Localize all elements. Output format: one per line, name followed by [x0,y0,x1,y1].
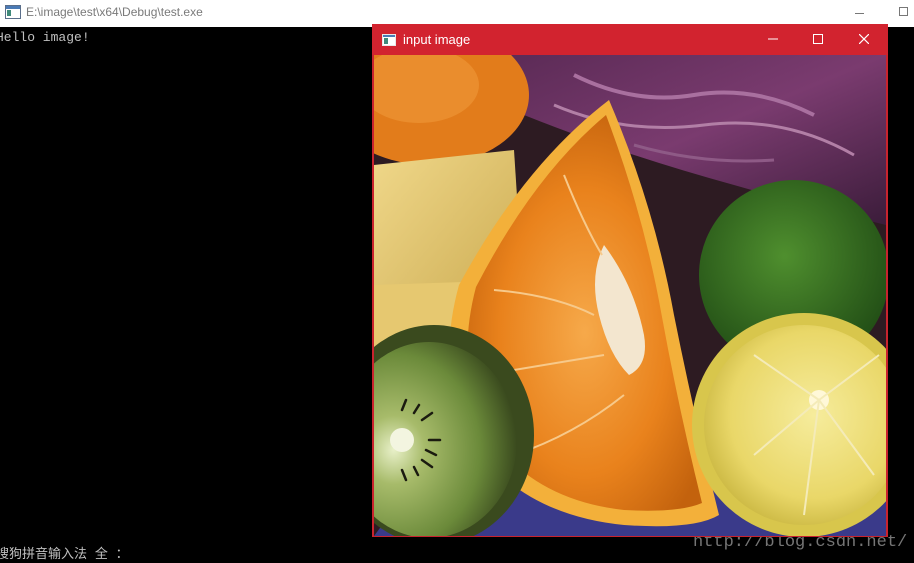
maximize-icon [813,34,823,44]
image-window: input image [372,24,888,537]
app-window-icon [382,33,396,46]
ime-status-text: 搜狗拼音输入法 全 ： [0,547,129,562]
image-window-title: input image [403,32,471,47]
close-button[interactable] [841,24,887,55]
console-maximize-button[interactable] [893,0,914,27]
fruit-photo-illustration [374,55,886,536]
fruit-image [374,55,886,536]
console-title: E:\image\test\x64\Debug\test.exe [26,5,203,19]
console-titlebar[interactable]: E:\image\test\x64\Debug\test.exe [0,0,914,27]
app-window-icon [5,5,21,19]
console-minimize-button[interactable] [847,0,871,27]
close-icon [859,34,869,44]
console-output-text: Hello image! [0,30,90,45]
minimize-icon [768,38,778,40]
maximize-button[interactable] [795,24,841,55]
image-titlebar[interactable]: input image [372,24,888,55]
minimize-button[interactable] [750,24,796,55]
